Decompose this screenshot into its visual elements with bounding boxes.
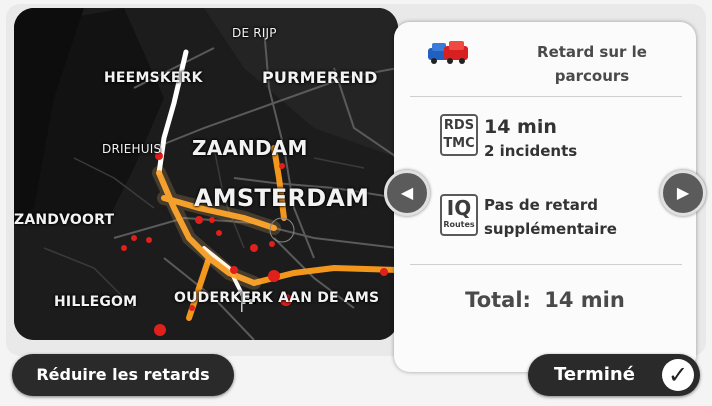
reduce-delays-label: Réduire les retards bbox=[36, 365, 210, 384]
checkmark-icon: ✓ bbox=[662, 359, 694, 391]
map-label-ouderkerk: OUDERKERK AAN DE AMS bbox=[174, 290, 380, 306]
arrow-left-icon[interactable]: ◀ bbox=[384, 170, 430, 216]
iq-delay-line1: Pas de retard bbox=[484, 196, 598, 214]
delay-info-panel: Retard sur le parcours RDS TMC 14 min 2 … bbox=[394, 22, 696, 372]
divider-top bbox=[410, 96, 682, 97]
map-label-zandvoort: ZANDVOORT bbox=[14, 212, 115, 228]
reduce-delays-button[interactable]: Réduire les retards bbox=[12, 354, 234, 396]
iq-delay-line2: supplémentaire bbox=[484, 220, 617, 238]
rds-tmc-badge: RDS TMC bbox=[440, 114, 478, 156]
done-label: Terminé bbox=[554, 364, 635, 385]
total-label: Total: bbox=[465, 288, 531, 312]
total-value: 14 min bbox=[544, 288, 625, 312]
iq-routes-badge: IQ Routes bbox=[440, 194, 478, 236]
done-button[interactable]: Terminé ✓ bbox=[528, 354, 700, 396]
map-label-zaandam: ZAANDAM bbox=[192, 136, 308, 160]
divider-bottom bbox=[410, 264, 682, 265]
rds-delay-time: 14 min bbox=[484, 116, 557, 138]
traffic-map[interactable]: DE RIJP HEEMSKERK PURMEREND DRIEHUIS ZAA… bbox=[14, 8, 398, 340]
map-label-heemskerk: HEEMSKERK bbox=[104, 70, 203, 86]
map-label-purmerend: PURMEREND bbox=[262, 68, 378, 87]
map-label-hillegom: HILLEGOM bbox=[54, 294, 138, 310]
map-label-amsterdam: AMSTERDAM bbox=[194, 184, 370, 212]
arrow-right-icon[interactable]: ▶ bbox=[660, 170, 706, 216]
rds-incident-count: 2 incidents bbox=[484, 142, 578, 160]
map-label-driehuis: DRIEHUIS bbox=[102, 142, 162, 156]
map-label-de-rijp: DE RIJP bbox=[232, 26, 277, 40]
panel-title: Retard sur le parcours bbox=[537, 43, 647, 85]
traffic-cars-icon bbox=[428, 41, 468, 64]
total-delay: Total: 14 min bbox=[394, 288, 696, 312]
